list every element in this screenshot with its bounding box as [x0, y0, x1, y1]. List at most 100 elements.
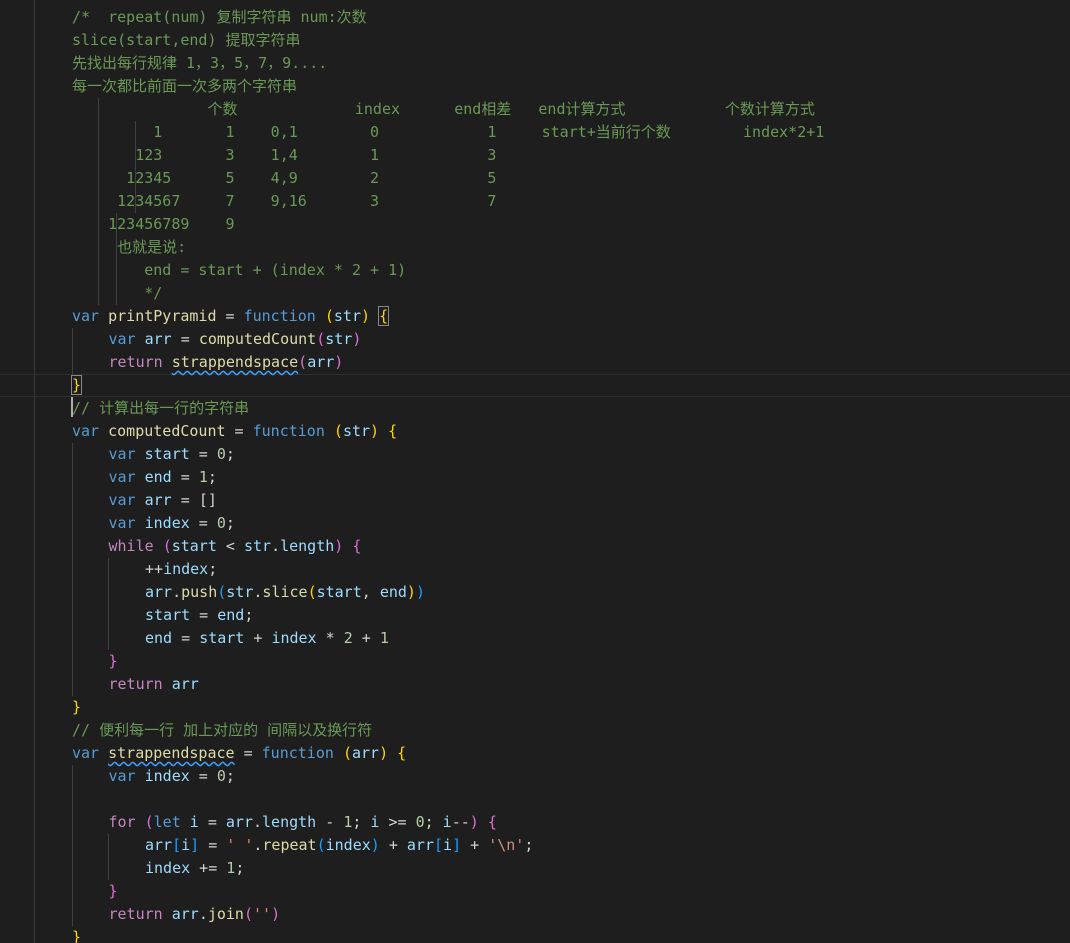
code-line[interactable]: }	[70, 374, 83, 397]
code-editor[interactable]: /* repeat(num) 复制字符串 num:次数 slice(start,e…	[0, 0, 1070, 943]
code-token: .	[198, 905, 208, 923]
code-token: end	[145, 629, 173, 647]
code-line[interactable]: */	[72, 282, 162, 305]
code-line[interactable]: }	[72, 696, 81, 719]
code-token: }	[70, 375, 83, 395]
code-token: start	[171, 537, 217, 555]
code-line[interactable]: index += 1;	[145, 857, 244, 880]
code-line[interactable]: 123456789 9	[72, 213, 235, 236]
code-token: 1	[226, 859, 236, 877]
code-token: ;	[244, 606, 254, 624]
code-token: =	[172, 629, 200, 647]
code-line[interactable]: // 计算出每一行的字符串	[72, 397, 249, 420]
code-token: (	[144, 813, 154, 831]
code-line[interactable]: 个数 index end相差 end计算方式 个数计算方式	[72, 98, 814, 121]
code-line[interactable]: start = end;	[145, 604, 253, 627]
code-token: ++	[145, 560, 164, 578]
code-line[interactable]: var strappendspace = function (arr) {	[72, 742, 406, 765]
code-line[interactable]: 12345 5 4,9 2 5	[72, 167, 496, 190]
code-line[interactable]: var printPyramid = function (str) {	[72, 305, 390, 328]
code-token: start	[199, 629, 245, 647]
code-token: end	[217, 606, 245, 624]
code-token: var	[72, 422, 109, 440]
code-line[interactable]: // 便利每一行 加上对应的 间隔以及换行符	[72, 719, 372, 742]
code-token: )	[334, 353, 344, 371]
code-line[interactable]: end = start + (index * 2 + 1)	[72, 259, 406, 282]
code-token: index	[271, 629, 317, 647]
code-token: (	[324, 307, 334, 325]
code-line[interactable]: while (start < str.length) {	[109, 535, 362, 558]
code-token: i	[442, 813, 452, 831]
code-line[interactable]: arr.push(str.slice(start, end))	[145, 581, 425, 604]
code-line[interactable]: 123 3 1,4 1 3	[72, 144, 496, 167]
code-token: =	[225, 422, 253, 440]
code-token: index	[144, 767, 190, 785]
code-token: )	[415, 583, 425, 601]
code-line[interactable]: ++index;	[145, 558, 217, 581]
code-token: []	[198, 491, 217, 509]
code-token: length	[262, 813, 317, 831]
code-line[interactable]: var end = 1;	[109, 466, 217, 489]
code-token: =	[190, 606, 218, 624]
code-token: *	[316, 629, 344, 647]
code-line[interactable]: /* repeat(num) 复制字符串 num:次数	[72, 6, 367, 29]
code-token: )	[370, 836, 380, 854]
code-token: for	[108, 813, 145, 831]
code-line[interactable]: }	[72, 926, 81, 943]
code-token: 1234567 7 9,16 3 7	[72, 192, 497, 210]
code-token: }	[108, 882, 118, 900]
code-token: strappendspace	[171, 353, 299, 371]
code-token: 0	[415, 813, 425, 831]
code-token: arr	[225, 813, 253, 831]
code-token: var	[108, 767, 145, 785]
code-token: +	[244, 629, 272, 647]
code-line[interactable]: slice(start,end) 提取字符串	[72, 29, 301, 52]
code-line[interactable]: var start = 0;	[109, 443, 235, 466]
code-line[interactable]: var index = 0;	[109, 765, 235, 788]
code-line[interactable]: var computedCount = function (str) {	[72, 420, 397, 443]
code-token: ''	[253, 905, 272, 923]
code-token: 123 3 1,4 1 3	[72, 146, 497, 164]
indent-guide	[34, 0, 35, 943]
code-line[interactable]: 1 1 0,1 0 1 start+当前行个数 index*2+1	[72, 121, 824, 144]
code-line[interactable]: var arr = computedCount(str)	[109, 328, 362, 351]
code-token: end	[144, 468, 172, 486]
code-line[interactable]: end = start + index * 2 + 1	[145, 627, 389, 650]
code-token: 0	[216, 445, 226, 463]
code-line[interactable]: for (let i = arr.length - 1; i >= 0; i--…	[109, 811, 497, 834]
code-line[interactable]: 先找出每行规律 1，3，5，7，9....	[72, 52, 327, 75]
code-token: )	[334, 537, 344, 555]
code-token: =	[189, 514, 217, 532]
code-token: ]	[190, 836, 200, 854]
code-line[interactable]: var arr = []	[109, 489, 217, 512]
code-line[interactable]: arr[i] = ' '.repeat(index) + arr[i] + '\…	[145, 834, 533, 857]
code-line[interactable]: return arr.join('')	[109, 903, 281, 926]
code-token: }	[72, 698, 82, 716]
code-token: length	[280, 537, 335, 555]
code-token: {	[487, 813, 497, 831]
code-token: end = start + (index * 2 + 1)	[72, 261, 407, 279]
code-token: '\n'	[488, 836, 525, 854]
code-token: index	[144, 514, 190, 532]
code-line[interactable]: 每一次都比前面一次多两个字符串	[72, 75, 297, 98]
code-token: repeat	[262, 836, 317, 854]
code-line[interactable]: 1234567 7 9,16 3 7	[72, 190, 496, 213]
code-line[interactable]: }	[109, 880, 118, 903]
code-line[interactable]: var index = 0;	[109, 512, 235, 535]
code-token: slice(start,end) 提取字符串	[72, 31, 301, 49]
code-line[interactable]: return strappendspace(arr)	[109, 351, 344, 374]
code-token: 123456789 9	[72, 215, 235, 233]
code-token: 先找出每行规律 1，3，5，7，9....	[72, 54, 328, 72]
code-token: */	[72, 284, 163, 302]
code-token: /* repeat(num) 复制字符串 num:次数	[72, 8, 367, 26]
code-token: }	[108, 652, 118, 670]
code-token: ;	[225, 767, 235, 785]
code-line[interactable]: }	[109, 650, 118, 673]
code-token: var	[108, 468, 145, 486]
code-line[interactable]: return arr	[109, 673, 199, 696]
code-line[interactable]: 也就是说:	[72, 236, 186, 259]
code-token: 1 1 0,1 0 1 start+当前行个数 index*2+1	[72, 123, 825, 141]
code-token: arr	[144, 330, 172, 348]
